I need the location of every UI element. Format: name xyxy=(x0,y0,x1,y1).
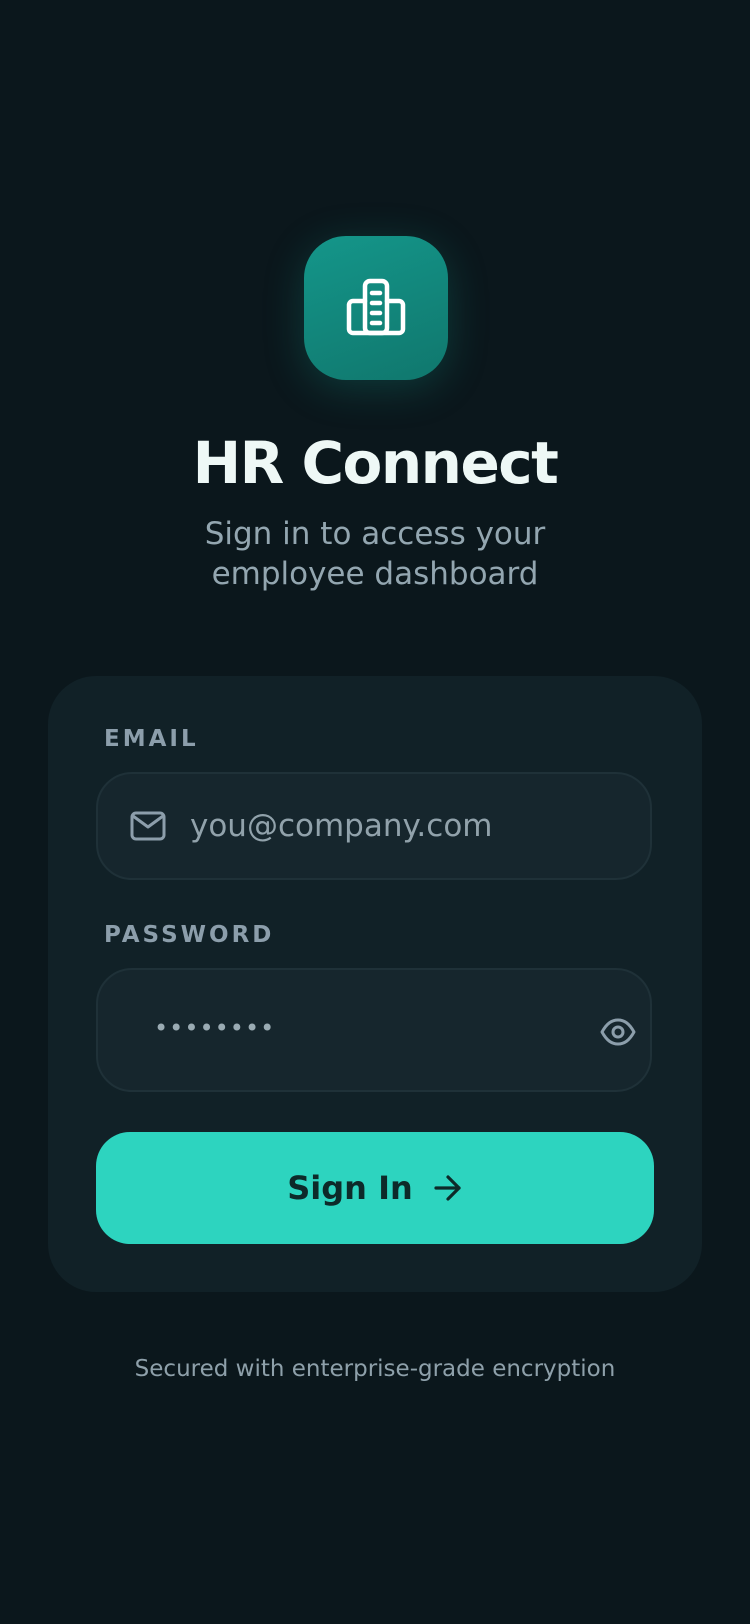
arrow-right-icon xyxy=(433,1174,463,1202)
building-icon xyxy=(345,277,407,339)
mail-icon xyxy=(130,810,166,842)
password-label: PASSWORD xyxy=(104,922,275,948)
email-field[interactable]: you@company.com xyxy=(96,772,652,880)
app-logo xyxy=(304,236,448,380)
email-label: EMAIL xyxy=(104,726,199,752)
email-input[interactable]: you@company.com xyxy=(190,808,492,844)
eye-icon[interactable] xyxy=(600,1014,636,1050)
security-note: Secured with enterprise-grade encryption xyxy=(134,1356,616,1382)
sign-in-button[interactable]: Sign In xyxy=(96,1132,654,1244)
login-card: EMAIL you@company.com PASSWORD •••••••• … xyxy=(48,676,702,1292)
app-title: HR Connect xyxy=(192,429,559,497)
password-input[interactable]: •••••••• xyxy=(154,1014,275,1042)
app-subtitle: Sign in to access your employee dashboar… xyxy=(204,516,546,592)
password-field[interactable]: •••••••• xyxy=(96,968,652,1092)
sign-in-label: Sign In xyxy=(287,1169,413,1207)
